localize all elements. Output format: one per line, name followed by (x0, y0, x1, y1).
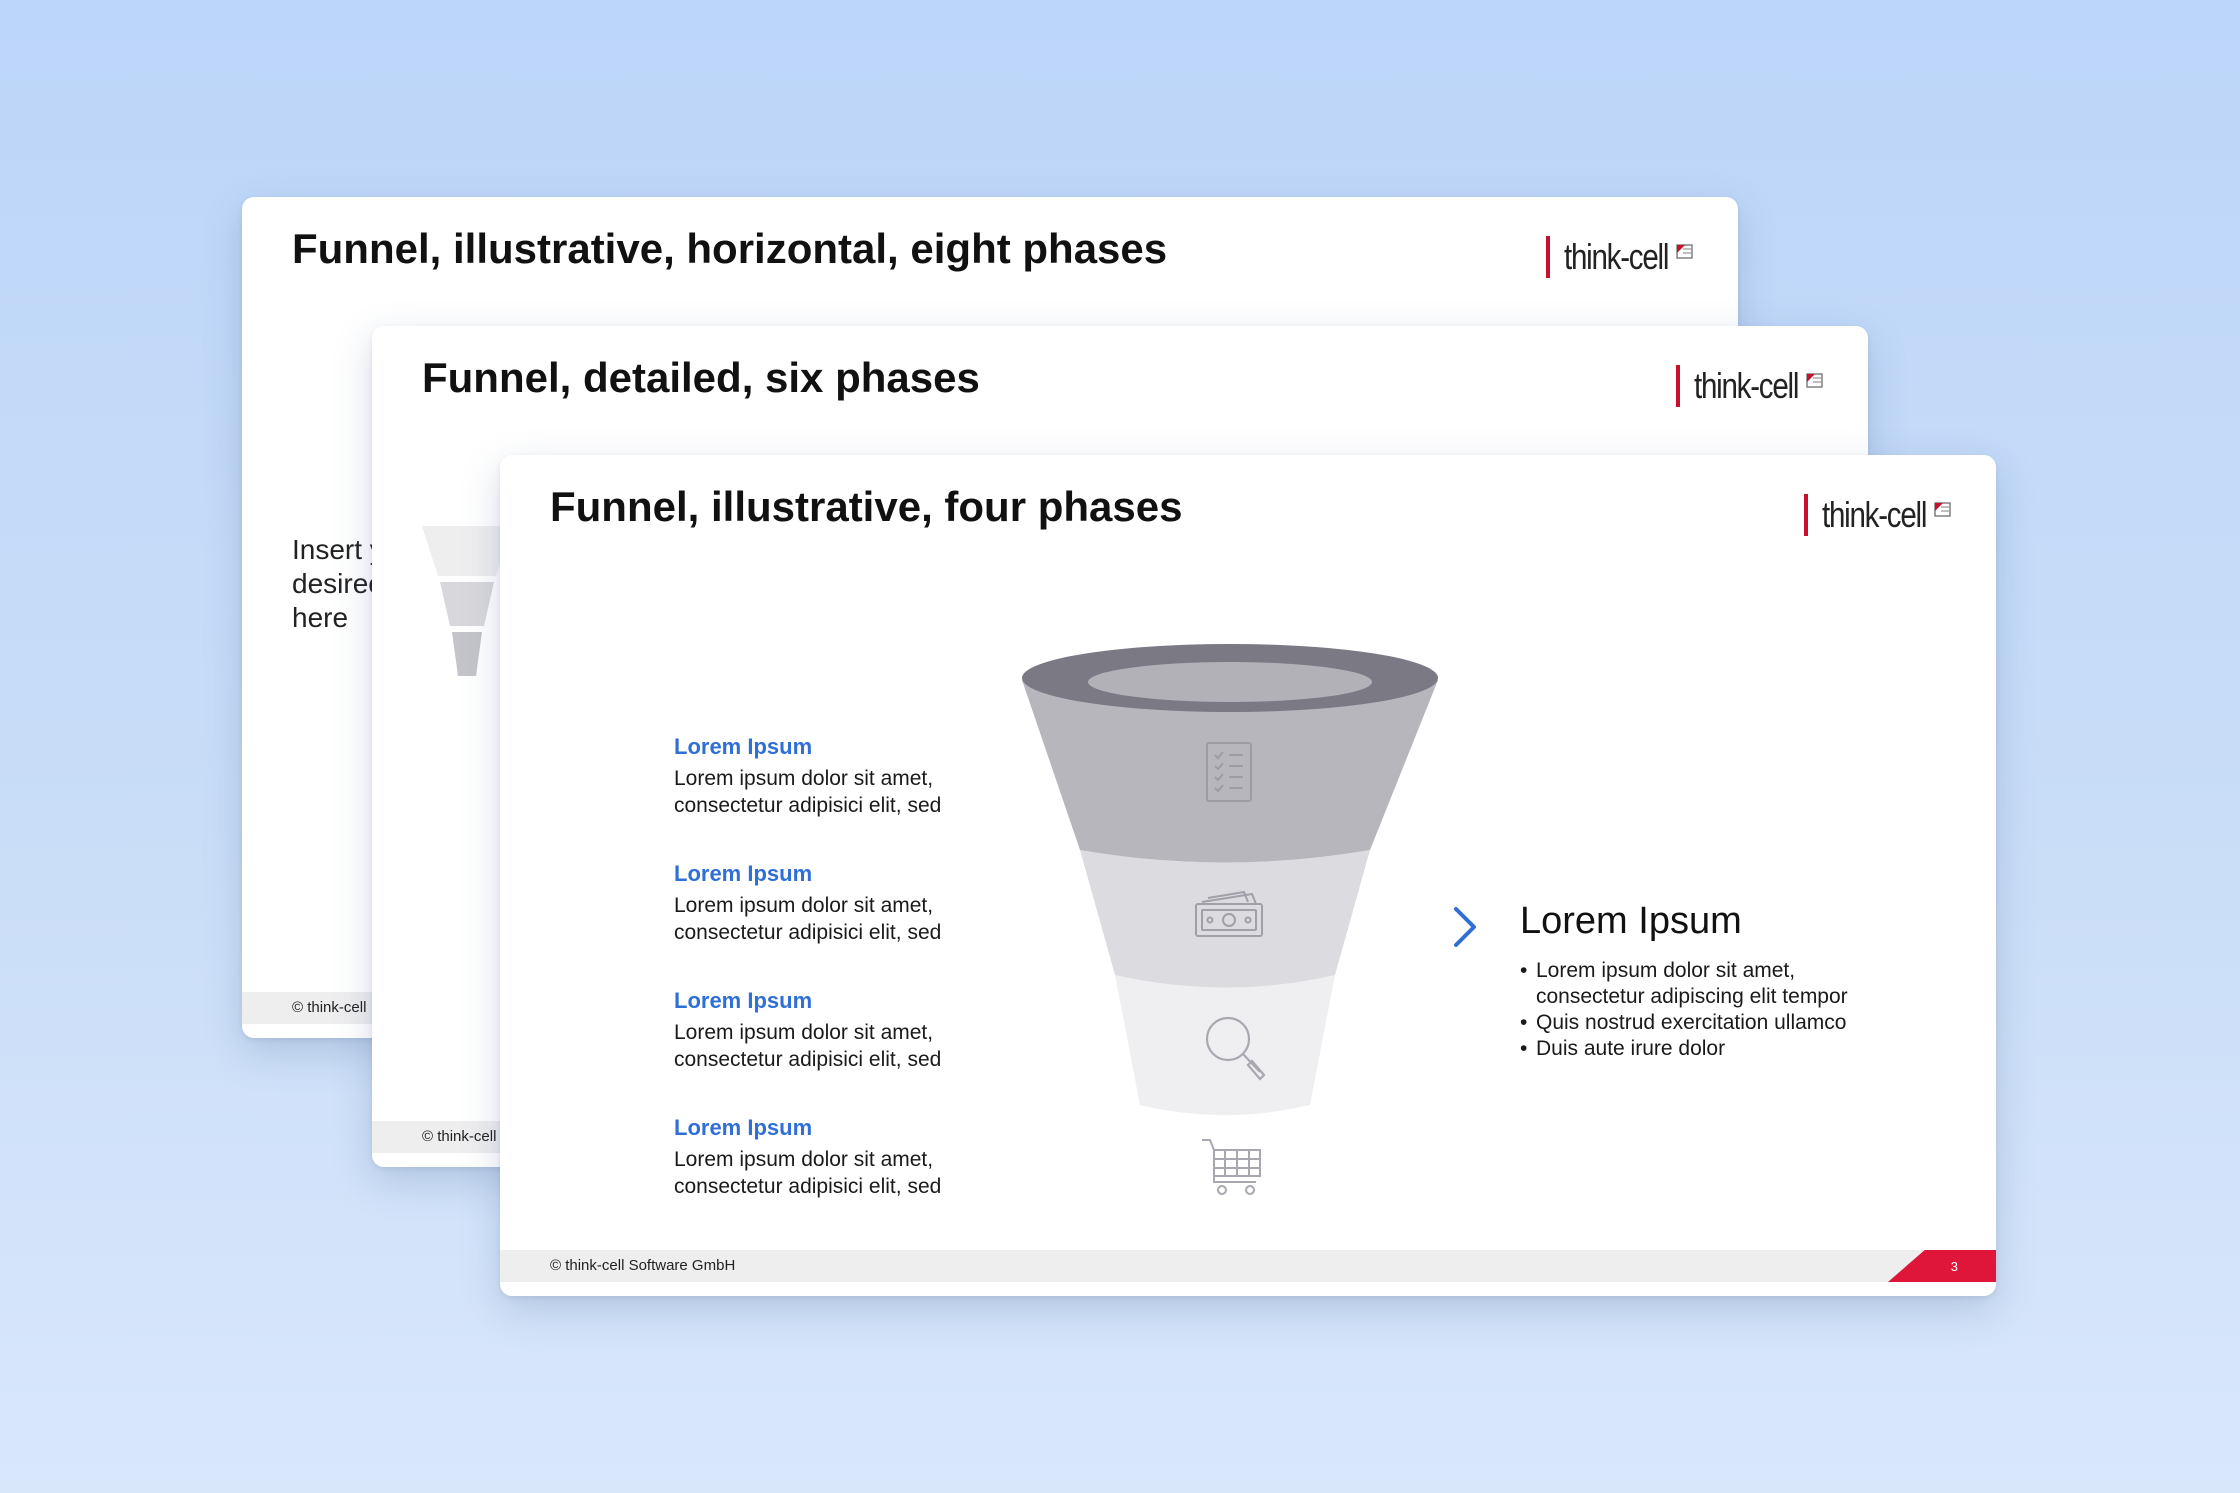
summary-bullet: Duis aute irure dolor (1520, 1036, 1880, 1062)
logo-mark-icon (1934, 502, 1951, 517)
phase-item-4[interactable]: Lorem Ipsum Lorem ipsum dolor sit amet, … (674, 1114, 1004, 1200)
slide-title: Funnel, illustrative, four phases (550, 483, 1183, 530)
phase-title: Lorem Ipsum (674, 988, 813, 1013)
copyright-text: © think-cell (422, 1128, 497, 1145)
phase-item-1[interactable]: Lorem Ipsum Lorem ipsum dolor sit amet, … (674, 733, 1004, 819)
slide-title: Funnel, detailed, six phases (422, 354, 980, 401)
logo-mark-icon (1676, 244, 1693, 259)
phase-title: Lorem Ipsum (674, 861, 813, 886)
phase-text: Lorem ipsum dolor sit amet, consectetur … (674, 767, 942, 817)
phase-title: Lorem Ipsum (674, 734, 813, 759)
funnel-opening (1088, 662, 1372, 702)
slide-four-phases[interactable]: Funnel, illustrative, four phases think-… (500, 455, 1996, 1296)
slide-title: Funnel, illustrative, horizontal, eight … (292, 225, 1168, 272)
logo-text: think-cell (1694, 365, 1799, 406)
phase-text: Lorem ipsum dolor sit amet, consectetur … (674, 1148, 942, 1198)
summary-bullets: Lorem ipsum dolor sit amet, consectetur … (1520, 958, 1880, 1062)
think-cell-logo: think-cell (1804, 493, 1954, 537)
logo-mark-icon (1806, 373, 1823, 388)
funnel-stage-3 (1115, 975, 1335, 1115)
phase-title: Lorem Ipsum (674, 1115, 813, 1140)
shopping-cart-icon (1202, 1139, 1261, 1195)
summary-heading: Lorem Ipsum (1520, 900, 1742, 942)
funnel-stage-2 (1080, 850, 1370, 988)
summary-bullet: Quis nostrud exercitation ullamco (1520, 1010, 1880, 1036)
funnel-graphic (1022, 644, 1438, 1195)
think-cell-logo: think-cell (1546, 235, 1696, 279)
think-cell-logo: think-cell (1676, 364, 1826, 408)
logo-text: think-cell (1822, 494, 1927, 535)
logo-text: think-cell (1564, 236, 1669, 277)
funnel-preview (422, 526, 512, 676)
phase-text: Lorem ipsum dolor sit amet, consectetur … (674, 894, 942, 944)
page-number: 3 (1950, 1259, 1958, 1274)
page-number-tab (1888, 1250, 1996, 1282)
copyright-text: © think-cell Software GmbH (550, 1257, 736, 1274)
slide-footer: © think-cell Software GmbH 3 (500, 1250, 1996, 1282)
summary-bullet: Lorem ipsum dolor sit amet, consectetur … (1520, 958, 1880, 1010)
phase-item-3[interactable]: Lorem Ipsum Lorem ipsum dolor sit amet, … (674, 987, 1004, 1073)
phase-text: Lorem ipsum dolor sit amet, consectetur … (674, 1021, 942, 1071)
phase-item-2[interactable]: Lorem Ipsum Lorem ipsum dolor sit amet, … (674, 860, 1004, 946)
copyright-text: © think-cell (292, 999, 367, 1016)
chevron-right-icon (1454, 907, 1476, 947)
